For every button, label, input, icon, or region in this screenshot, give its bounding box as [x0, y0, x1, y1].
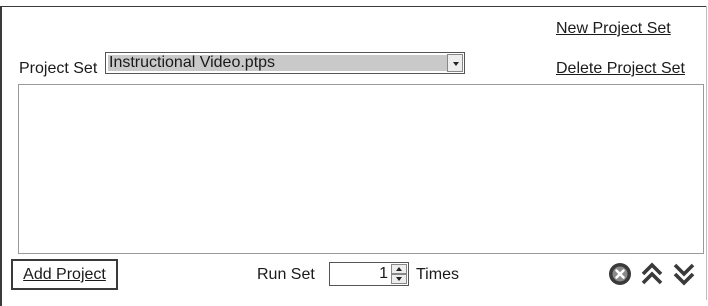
run-count-stepper[interactable]: 1: [329, 262, 409, 286]
new-project-set-link[interactable]: New Project Set: [556, 20, 671, 38]
remove-icon[interactable]: [608, 262, 632, 286]
add-project-button[interactable]: Add Project: [11, 259, 118, 290]
run-count-value[interactable]: 1: [379, 266, 388, 282]
delete-project-set-link[interactable]: Delete Project Set: [556, 60, 685, 78]
times-label: Times: [416, 266, 459, 283]
double-chevron-up-icon[interactable]: [640, 262, 664, 286]
double-chevron-down-icon[interactable]: [672, 262, 696, 286]
stepper-up-icon[interactable]: [391, 264, 407, 274]
project-set-dropdown[interactable]: Instructional Video.ptps: [105, 52, 465, 74]
chevron-down-icon[interactable]: [447, 54, 463, 72]
run-set-label: Run Set: [257, 266, 315, 283]
panel-frame-right-edge: [706, 6, 707, 300]
projects-list[interactable]: [18, 84, 704, 254]
project-set-label: Project Set: [19, 60, 98, 77]
project-set-selected-value: Instructional Video.ptps: [108, 55, 447, 71]
stepper-down-icon[interactable]: [391, 274, 407, 284]
